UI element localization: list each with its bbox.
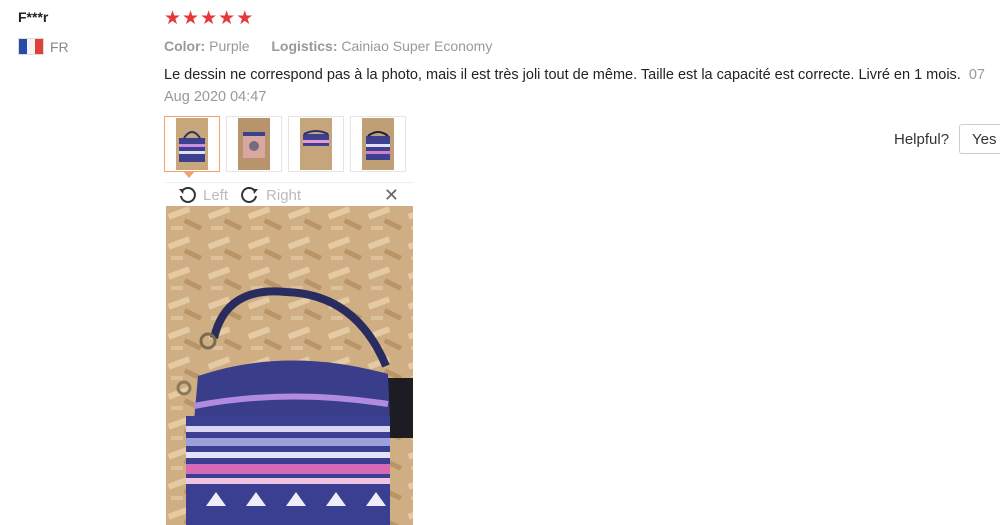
rotate-right-label: Right [266, 186, 302, 204]
logistics-value: Cainiao Super Economy [341, 38, 493, 54]
star-icon: ★ [182, 8, 200, 29]
logistics-label: Logistics: [271, 38, 338, 54]
photo-thumbnail-icon [362, 118, 394, 170]
photo-thumbnail-icon [176, 118, 208, 170]
rotate-left-label: Left [203, 186, 229, 204]
star-icon: ★ [218, 8, 236, 29]
photo-thumbnail-icon [238, 118, 270, 170]
rotate-right-icon [241, 187, 259, 203]
photo-thumbnails [164, 116, 406, 172]
country-code: FR [50, 38, 69, 55]
helpful-label: Helpful? [894, 130, 950, 148]
color-label: Color: [164, 38, 206, 54]
helpful-section: Helpful? Yes [894, 124, 1000, 154]
review-body: Le dessin ne correspond pas à la photo, … [164, 64, 994, 108]
color-value: Purple [209, 38, 250, 54]
rotate-right-button[interactable]: Right [240, 185, 301, 205]
selected-thumbnail-pointer [183, 171, 195, 178]
photo-thumbnail-3[interactable] [288, 116, 344, 172]
helpful-yes-button[interactable]: Yes [959, 124, 1000, 154]
reviewer-name: F***r [18, 9, 49, 25]
photo-thumbnail-2[interactable] [226, 116, 282, 172]
star-icon: ★ [236, 8, 254, 29]
star-icon: ★ [164, 8, 182, 29]
star-icon: ★ [200, 8, 218, 29]
photo-viewer-toolbar: Left Right ✕ [165, 182, 413, 207]
review-photo [166, 206, 413, 525]
photo-thumbnail-1[interactable] [164, 116, 220, 172]
rotate-left-icon [179, 187, 196, 203]
review-meta: Color: Purple Logistics: Cainiao Super E… [164, 38, 492, 54]
close-icon[interactable]: ✕ [384, 185, 399, 206]
rotate-left-button[interactable]: Left [177, 185, 228, 205]
reviewer-country: FR [18, 38, 69, 55]
photo-thumbnail-icon [300, 118, 332, 170]
star-rating: ★ ★ ★ ★ ★ [164, 9, 253, 28]
photo-thumbnail-4[interactable] [350, 116, 406, 172]
review-text: Le dessin ne correspond pas à la photo, … [164, 67, 961, 83]
france-flag-icon [18, 38, 44, 55]
